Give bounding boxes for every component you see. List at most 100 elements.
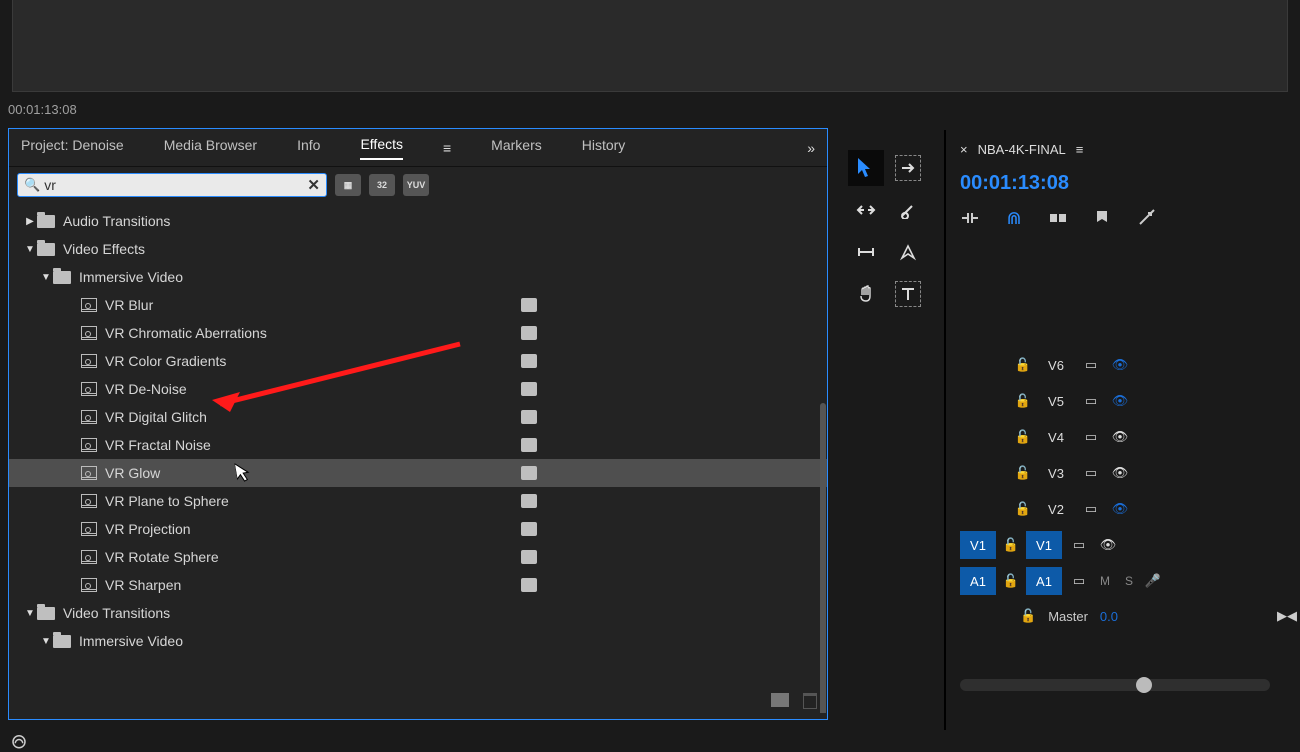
track-target[interactable]: V3	[1038, 459, 1074, 487]
sync-lock-icon[interactable]: ▭	[1080, 357, 1102, 373]
close-panel-icon[interactable]: ×	[960, 142, 968, 157]
solo-button[interactable]: S	[1120, 574, 1138, 588]
effect-vr-blur[interactable]: VR Blur	[9, 291, 827, 319]
track-target[interactable]: V4	[1038, 423, 1074, 451]
track-v4[interactable]: 🔓 V4 ▭ 👁	[960, 419, 1298, 455]
sync-lock-icon[interactable]: ▭	[1068, 537, 1090, 553]
voiceover-icon[interactable]: 🎤	[1144, 573, 1162, 589]
pen-tool[interactable]	[890, 234, 926, 270]
panel-menu-icon[interactable]: ≡	[443, 140, 451, 156]
visibility-icon[interactable]: 👁	[1108, 465, 1132, 481]
lock-icon[interactable]: 🔓	[1014, 465, 1032, 481]
zoom-thumb[interactable]	[1136, 677, 1152, 693]
sequence-name[interactable]: NBA-4K-FINAL	[978, 142, 1066, 157]
tab-effects[interactable]: Effects	[360, 136, 403, 160]
creative-cloud-icon[interactable]	[10, 732, 28, 750]
lock-icon[interactable]: 🔓	[1014, 393, 1032, 409]
hand-tool[interactable]	[848, 276, 884, 312]
effect-vr-plane-to-sphere[interactable]: VR Plane to Sphere	[9, 487, 827, 515]
track-target[interactable]: A1	[1026, 567, 1062, 595]
track-v5[interactable]: 🔓 V5 ▭ 👁	[960, 383, 1298, 419]
visibility-icon[interactable]: 👁	[1096, 537, 1120, 553]
panel-divider[interactable]	[944, 130, 946, 730]
effect-vr-color-gradients[interactable]: VR Color Gradients	[9, 347, 827, 375]
32bit-effects-filter[interactable]: 32	[369, 174, 395, 196]
track-v6[interactable]: 🔓 V6 ▭ 👁	[960, 347, 1298, 383]
timeline-timecode[interactable]: 00:01:13:08	[960, 172, 1298, 195]
track-select-forward-tool[interactable]	[890, 150, 926, 186]
insert-overwrite-icon[interactable]	[960, 209, 980, 227]
accelerated-effects-filter[interactable]: ▦	[335, 174, 361, 196]
track-v3[interactable]: 🔓 V3 ▭ 👁	[960, 455, 1298, 491]
lock-icon[interactable]: 🔓	[1020, 608, 1036, 624]
lock-icon[interactable]: 🔓	[1014, 501, 1032, 517]
visibility-off-icon[interactable]: 👁	[1108, 501, 1132, 517]
timeline-zoom-scrollbar[interactable]	[960, 679, 1270, 691]
track-v2[interactable]: 🔓 V2 ▭ 👁	[960, 491, 1298, 527]
marker-icon[interactable]	[1092, 209, 1112, 227]
effect-vr-de-noise[interactable]: VR De-Noise	[9, 375, 827, 403]
snap-icon[interactable]: ⋒	[1004, 209, 1024, 227]
effect-vr-digital-glitch[interactable]: VR Digital Glitch	[9, 403, 827, 431]
lock-icon[interactable]: 🔓	[1002, 537, 1020, 553]
folder-video-transitions[interactable]: ▼ Video Transitions	[9, 599, 827, 627]
track-a1[interactable]: A1 🔓 A1 ▭ MS 🎤	[960, 563, 1298, 599]
lock-icon[interactable]: 🔓	[1002, 573, 1020, 589]
effects-search-input[interactable]	[44, 177, 307, 193]
tab-history[interactable]: History	[582, 137, 626, 159]
effects-scrollbar[interactable]	[820, 403, 826, 713]
effect-vr-glow[interactable]: VR Glow	[9, 459, 827, 487]
slip-tool[interactable]	[848, 234, 884, 270]
sync-lock-icon[interactable]: ▭	[1068, 573, 1090, 589]
track-target[interactable]: V5	[1038, 387, 1074, 415]
tab-markers[interactable]: Markers	[491, 137, 542, 159]
folder-immersive-video-transitions[interactable]: ▼ Immersive Video	[9, 627, 827, 655]
linked-selection-icon[interactable]	[1048, 209, 1068, 227]
visibility-icon[interactable]: 👁	[1108, 429, 1132, 445]
effects-search-box[interactable]: 🔍 ✕	[17, 173, 327, 197]
folder-immersive-video[interactable]: ▼ Immersive Video	[9, 263, 827, 291]
tab-media-browser[interactable]: Media Browser	[164, 137, 257, 159]
new-bin-icon[interactable]	[771, 693, 789, 707]
track-master[interactable]: 🔓 Master 0.0 ▶◀	[960, 599, 1298, 633]
lock-icon[interactable]: 🔓	[1014, 429, 1032, 445]
track-target[interactable]: V2	[1038, 495, 1074, 523]
settings-icon[interactable]	[1136, 209, 1156, 227]
track-target[interactable]: V1	[1026, 531, 1062, 559]
mute-button[interactable]: M	[1096, 574, 1114, 588]
folder-video-effects[interactable]: ▼ Video Effects	[9, 235, 827, 263]
expand-icon[interactable]: ▶◀	[1276, 607, 1298, 625]
source-patch-v1[interactable]: V1	[960, 531, 996, 559]
clear-search-icon[interactable]: ✕	[307, 176, 320, 194]
effects-tree[interactable]: ▶ Audio Transitions ▼ Video Effects ▼ Im…	[9, 203, 827, 713]
source-patch-a1[interactable]: A1	[960, 567, 996, 595]
track-v1[interactable]: V1 🔓 V1 ▭ 👁	[960, 527, 1298, 563]
folder-audio-transitions[interactable]: ▶ Audio Transitions	[9, 207, 827, 235]
visibility-off-icon[interactable]: 👁	[1108, 357, 1132, 373]
track-target[interactable]: V6	[1038, 351, 1074, 379]
sync-lock-icon[interactable]: ▭	[1080, 429, 1102, 445]
effect-icon	[81, 410, 97, 424]
effect-vr-projection[interactable]: VR Projection	[9, 515, 827, 543]
effect-vr-fractal-noise[interactable]: VR Fractal Noise	[9, 431, 827, 459]
ripple-edit-tool[interactable]	[848, 192, 884, 228]
tab-project[interactable]: Project: Denoise	[21, 137, 124, 159]
effect-vr-rotate-sphere[interactable]: VR Rotate Sphere	[9, 543, 827, 571]
selection-tool[interactable]	[848, 150, 884, 186]
panel-menu-icon[interactable]: ≡	[1076, 142, 1084, 157]
master-value[interactable]: 0.0	[1100, 609, 1118, 624]
lock-icon[interactable]: 🔓	[1014, 357, 1032, 373]
effect-vr-chromatic[interactable]: VR Chromatic Aberrations	[9, 319, 827, 347]
type-tool[interactable]	[890, 276, 926, 312]
panel-overflow-icon[interactable]: »	[807, 140, 815, 156]
razor-tool[interactable]	[890, 192, 926, 228]
tab-info[interactable]: Info	[297, 137, 320, 159]
sync-lock-icon[interactable]: ▭	[1080, 393, 1102, 409]
effect-vr-sharpen[interactable]: VR Sharpen	[9, 571, 827, 599]
sync-lock-icon[interactable]: ▭	[1080, 501, 1102, 517]
delete-icon[interactable]	[803, 693, 817, 709]
sync-lock-icon[interactable]: ▭	[1080, 465, 1102, 481]
effects-panel: Project: Denoise Media Browser Info Effe…	[8, 128, 828, 720]
yuv-effects-filter[interactable]: YUV	[403, 174, 429, 196]
visibility-off-icon[interactable]: 👁	[1108, 393, 1132, 409]
